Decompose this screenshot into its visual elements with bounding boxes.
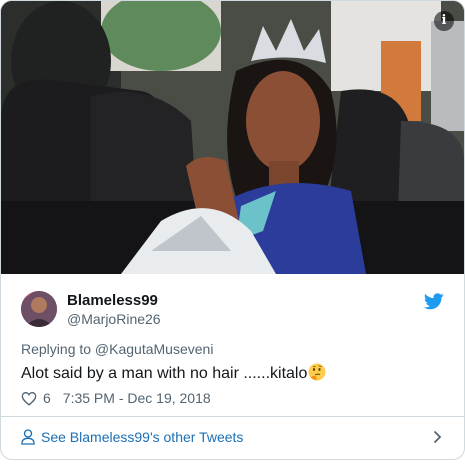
thinking-face-emoji xyxy=(308,363,326,381)
chevron-right-icon xyxy=(433,430,442,444)
see-other-tweets-link[interactable]: See Blameless99's other Tweets xyxy=(1,417,464,457)
author-handle[interactable]: @MarjoRine26 xyxy=(67,311,161,327)
embedded-tweet-card: i Blameless99 @MarjoRine26 Replying to @… xyxy=(0,0,465,460)
tweet-timestamp[interactable]: 7:35 PM - Dec 19, 2018 xyxy=(63,390,211,406)
tweet-text-body: Alot said by a man with no hair ......ki… xyxy=(21,365,308,382)
heart-icon[interactable] xyxy=(21,391,37,406)
tweet-photo[interactable]: i xyxy=(1,1,464,274)
photo-illustration xyxy=(1,1,464,274)
avatar[interactable] xyxy=(21,291,57,327)
author-display-name[interactable]: Blameless99 xyxy=(67,292,158,309)
like-count[interactable]: 6 xyxy=(43,390,51,406)
twitter-bird-icon[interactable] xyxy=(424,293,444,310)
user-icon xyxy=(21,429,35,445)
tweet-text: Alot said by a man with no hair ......ki… xyxy=(21,363,326,383)
see-other-tweets-label[interactable]: See Blameless99's other Tweets xyxy=(41,429,243,445)
info-icon[interactable]: i xyxy=(434,11,454,31)
replying-to-label[interactable]: Replying to @KagutaMuseveni xyxy=(21,341,213,357)
tweet-meta: 6 7:35 PM - Dec 19, 2018 xyxy=(21,389,211,407)
avatar-image xyxy=(21,291,57,327)
